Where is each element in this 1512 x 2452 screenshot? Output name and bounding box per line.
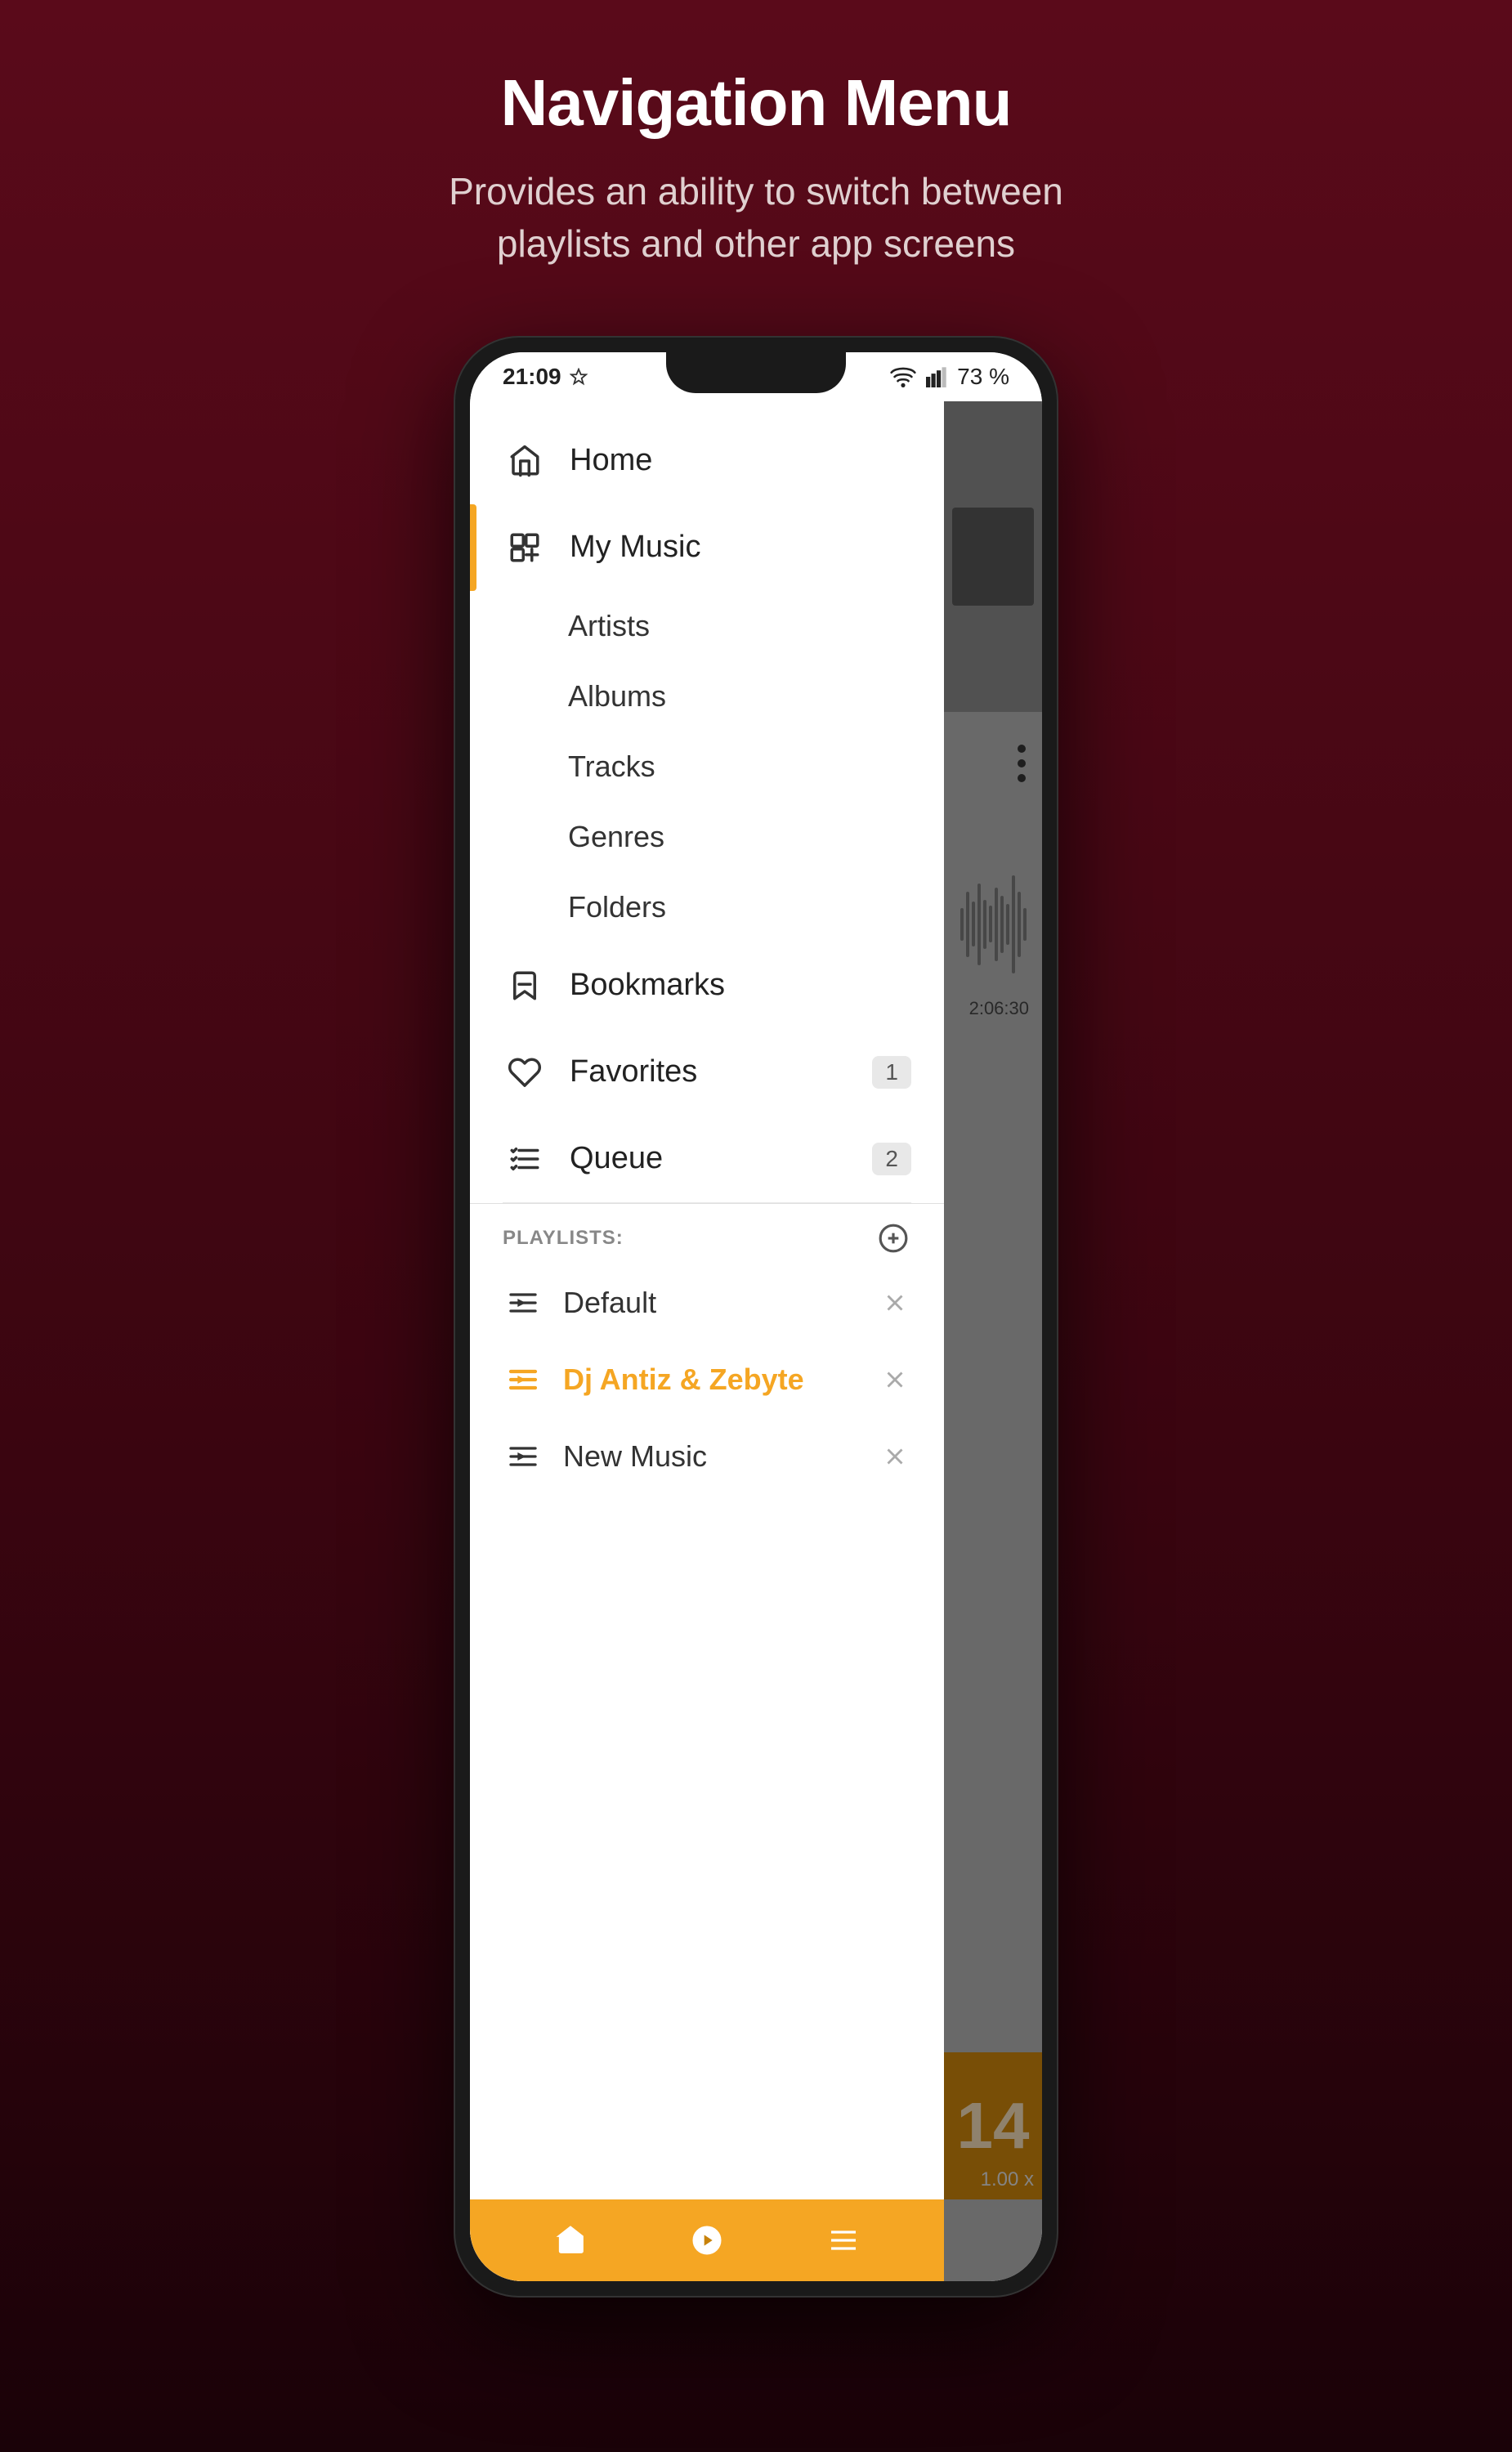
nav-items-list: Home My Music Ar [470,401,944,2199]
home-label: Home [570,443,652,478]
favorites-icon [503,1050,547,1094]
nav-sub-artists[interactable]: Artists [470,591,944,661]
playlist-icon-default [503,1282,544,1323]
queue-label: Queue [570,1141,663,1176]
folders-label: Folders [568,890,666,924]
home-icon [503,439,547,483]
drawer-overlay [944,401,1042,2281]
tab-icon-1 [554,2224,587,2257]
playlist-default[interactable]: Default [470,1264,944,1341]
nav-item-favorites[interactable]: Favorites 1 [470,1029,944,1116]
tab-icon-3 [827,2224,860,2257]
queue-badge: 2 [872,1143,911,1175]
tracks-label: Tracks [568,749,655,784]
battery-level: 73 % [957,364,1009,390]
playlist-dj-antiz-label: Dj Antiz & Zebyte [563,1362,879,1397]
phone-frame: 21:09 7 [454,336,1058,2298]
status-icons: 73 % [890,364,1009,390]
playlist-new-music[interactable]: New Music [470,1418,944,1495]
phone-screen: 21:09 7 [470,352,1042,2281]
page-header: Navigation Menu Provides an ability to s… [356,0,1156,320]
tab-item-2[interactable] [639,2224,776,2257]
tab-icon-2 [691,2224,723,2257]
tab-item-1[interactable] [503,2224,639,2257]
nav-sub-folders[interactable]: Folders [470,872,944,942]
phone-notch [666,352,846,393]
playlists-header: PLAYLISTS: [470,1203,944,1264]
bottom-tabs-bar [470,2199,944,2281]
nav-item-bookmarks[interactable]: Bookmarks [470,942,944,1029]
favorites-label: Favorites [570,1054,697,1090]
wifi-icon [890,366,916,387]
playlist-new-music-close[interactable] [879,1440,911,1473]
nav-item-home[interactable]: Home [470,418,944,504]
nav-sub-tracks[interactable]: Tracks [470,732,944,802]
nav-sub-albums[interactable]: Albums [470,661,944,732]
add-playlist-button[interactable] [875,1220,911,1256]
playlist-new-music-label: New Music [563,1439,879,1474]
queue-icon [503,1137,547,1181]
nav-drawer: Home My Music Ar [470,401,944,2281]
time-display: 21:09 [503,364,561,390]
nav-item-my-music[interactable]: My Music [470,504,944,591]
albums-label: Albums [568,679,666,714]
playlist-icon-new-music [503,1436,544,1477]
my-music-label: My Music [570,530,700,565]
nav-sub-genres[interactable]: Genres [470,802,944,872]
nav-icon-small [570,368,588,386]
page-subtitle: Provides an ability to switch between pl… [388,165,1124,271]
page-title: Navigation Menu [388,65,1124,141]
playlist-dj-antiz[interactable]: Dj Antiz & Zebyte [470,1341,944,1418]
bookmarks-icon [503,964,547,1008]
signal-icon [926,366,947,387]
nav-item-queue[interactable]: Queue 2 [470,1116,944,1202]
playlist-dj-antiz-close[interactable] [879,1363,911,1396]
favorites-badge: 1 [872,1056,911,1089]
playlist-icon-dj-antiz [503,1359,544,1400]
bookmarks-label: Bookmarks [570,968,725,1003]
my-music-icon [503,526,547,570]
playlist-default-label: Default [563,1286,879,1320]
artists-label: Artists [568,609,650,643]
playlist-default-close[interactable] [879,1286,911,1319]
status-time: 21:09 [503,364,588,390]
genres-label: Genres [568,820,664,854]
playlists-label: PLAYLISTS: [503,1227,624,1250]
tab-item-3[interactable] [775,2224,911,2257]
